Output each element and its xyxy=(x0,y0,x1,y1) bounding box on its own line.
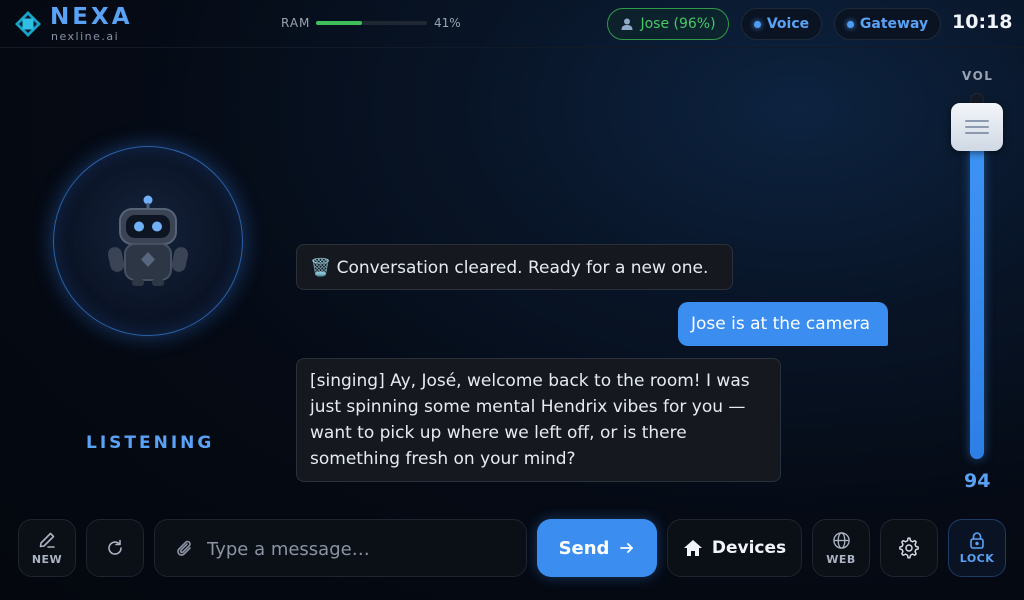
lock-button-label: LOCK xyxy=(959,552,995,565)
devices-button[interactable]: Devices xyxy=(667,519,802,577)
send-button-label: Send xyxy=(558,537,610,559)
volume-value: 94 xyxy=(964,470,991,492)
send-button[interactable]: Send xyxy=(537,519,657,577)
new-button-label: NEW xyxy=(31,553,63,566)
ram-bar-fill xyxy=(316,21,362,25)
volume-label: VOL xyxy=(962,69,994,83)
user-pill-label: Jose (96%) xyxy=(640,16,716,32)
web-button-label: WEB xyxy=(826,552,856,566)
pencil-icon xyxy=(39,532,55,548)
user-message: Jose is at the camera xyxy=(678,302,888,346)
message-composer xyxy=(154,519,527,577)
voice-pill-label: Voice xyxy=(766,16,810,32)
brand-name: NEXA xyxy=(50,4,133,30)
home-icon xyxy=(683,540,702,556)
grip-line xyxy=(965,120,989,122)
volume-slider-handle[interactable] xyxy=(951,103,1003,151)
gear-icon xyxy=(899,537,919,559)
paperclip-icon[interactable] xyxy=(175,538,195,560)
nexa-logo-icon xyxy=(15,11,41,37)
brand-domain: nexline.ai xyxy=(51,30,120,43)
assistant-message: [singing] Ay, José, welcome back to the … xyxy=(296,358,781,482)
refresh-button[interactable] xyxy=(86,519,144,577)
gateway-status-pill[interactable]: Gateway xyxy=(834,8,941,40)
new-conversation-button[interactable]: NEW xyxy=(18,519,76,577)
arrow-right-icon xyxy=(620,543,634,553)
message-input[interactable] xyxy=(207,534,507,564)
gateway-pill-label: Gateway xyxy=(859,16,929,32)
lock-button[interactable]: LOCK xyxy=(948,519,1006,577)
gateway-status-dot xyxy=(846,20,854,28)
lock-icon xyxy=(970,532,984,549)
top-bar: NEXA nexline.ai RAM 41% Jose (96%) Voice… xyxy=(0,0,1024,48)
voice-status-dot xyxy=(753,20,761,28)
volume-slider-fill xyxy=(970,115,984,459)
ram-bar xyxy=(316,21,427,25)
ram-label: RAM xyxy=(281,16,311,30)
grip-line xyxy=(965,126,989,128)
ram-percent: 41% xyxy=(434,16,461,30)
system-message: 🗑️ Conversation cleared. Ready for a new… xyxy=(296,244,733,290)
web-button[interactable]: WEB xyxy=(812,519,870,577)
devices-button-label: Devices xyxy=(711,538,787,558)
clock: 10:18 xyxy=(952,11,1013,33)
user-recognition-pill[interactable]: Jose (96%) xyxy=(607,8,729,40)
listening-status: LISTENING xyxy=(86,433,215,453)
settings-button[interactable] xyxy=(880,519,938,577)
grip-line xyxy=(965,132,989,134)
voice-status-pill[interactable]: Voice xyxy=(741,8,822,40)
robot-icon xyxy=(107,195,189,286)
globe-icon xyxy=(832,531,850,549)
refresh-icon xyxy=(108,539,122,555)
user-icon xyxy=(621,18,633,30)
